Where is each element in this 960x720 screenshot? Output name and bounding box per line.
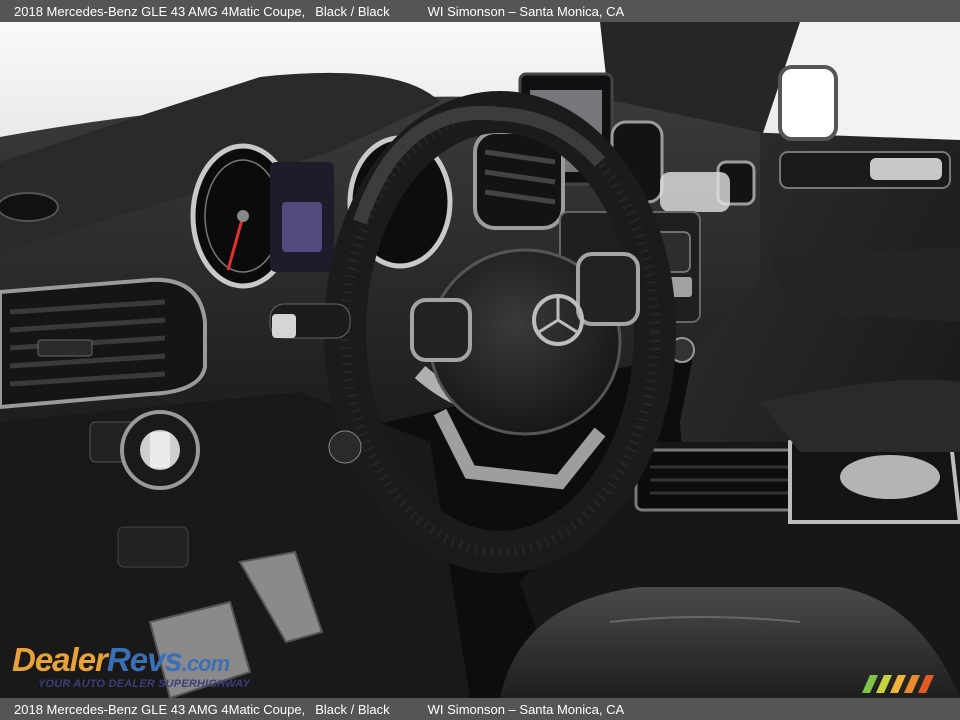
dealerrevs-watermark: DealerRevs.com YOUR AUTO DEALER SUPERHIG…: [12, 640, 272, 692]
caption-bar-top: 2018 Mercedes-Benz GLE 43 AMG 4Matic Cou…: [0, 0, 960, 22]
side-mirror: [778, 65, 838, 141]
corner-vent: [0, 192, 59, 222]
interior-photo: [0, 22, 960, 698]
vehicle-title-bottom: 2018 Mercedes-Benz GLE 43 AMG 4Matic Cou…: [14, 701, 306, 717]
vehicle-color-bottom: Black / Black: [315, 701, 390, 717]
dealer-location: WI Simonson – Santa Monica, CA: [427, 3, 625, 19]
parking-brake-button: [117, 526, 189, 568]
right-spoke-buttons: [576, 252, 640, 326]
column-control-knob: [328, 430, 362, 464]
vehicle-title: 2018 Mercedes-Benz GLE 43 AMG 4Matic Cou…: [14, 3, 306, 19]
door-handle: [870, 158, 942, 180]
speed-stripes-logo-icon: [862, 675, 934, 693]
dealer-location-bottom: WI Simonson – Santa Monica, CA: [427, 701, 625, 717]
dealerrevs-tagline: YOUR AUTO DEALER SUPERHIGHWAY: [38, 678, 251, 690]
left-air-vent: [0, 277, 207, 410]
caption-bar-bottom: 2018 Mercedes-Benz GLE 43 AMG 4Matic Cou…: [0, 698, 960, 720]
door-pocket: [770, 247, 960, 322]
left-spoke-buttons: [410, 298, 472, 362]
dash-trim-highlight: [660, 172, 730, 212]
vehicle-color: Black / Black: [315, 3, 390, 19]
cockpit-illustration: [0, 22, 960, 698]
